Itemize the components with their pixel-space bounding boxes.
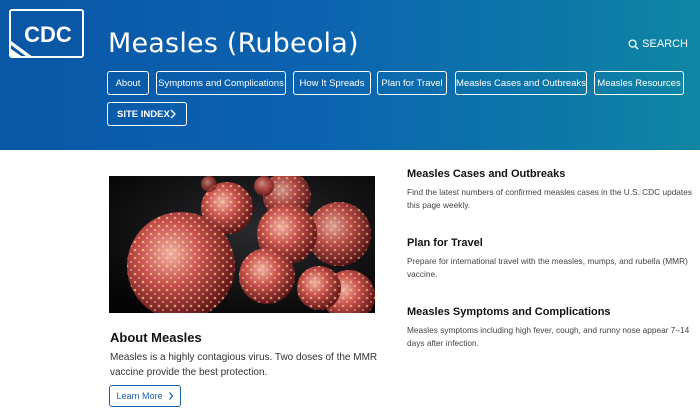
card-plan-travel-title[interactable]: Plan for Travel — [407, 237, 483, 249]
nav-symptoms-and-complications[interactable]: Symptoms and Complications — [156, 71, 286, 95]
learn-more-label: Learn More — [116, 391, 163, 401]
nav-measles-cases-and-outbreaks[interactable]: Measles Cases and Outbreaks — [455, 71, 587, 95]
cdc-logo-text: CDC — [24, 22, 72, 47]
site-index-button[interactable]: SITE INDEX — [107, 102, 187, 126]
page-title: Measles (Rubeola) — [108, 28, 359, 59]
about-measles-text: Measles is a highly contagious virus. Tw… — [110, 352, 378, 378]
nav-about[interactable]: About — [107, 71, 149, 95]
card-cases-outbreaks-title[interactable]: Measles Cases and Outbreaks — [407, 168, 565, 180]
nav-measles-resources[interactable]: Measles Resources — [594, 71, 684, 95]
card-symptoms-text: Measles symptoms including high fever, c… — [407, 325, 690, 348]
learn-more-button[interactable]: Learn More — [109, 385, 181, 407]
site-header: CDC Measles (Rubeola) SEARCH About Sympt… — [0, 0, 700, 150]
measles-virus-image — [109, 176, 375, 313]
search-button[interactable]: SEARCH — [628, 38, 688, 50]
search-label: SEARCH — [642, 38, 688, 50]
measles-virus-illustration — [109, 176, 375, 313]
card-cases-outbreaks-text: Find the latest numbers of confirmed mea… — [407, 187, 692, 210]
nav-plan-for-travel[interactable]: Plan for Travel — [377, 71, 447, 95]
card-symptoms-title[interactable]: Measles Symptoms and Complications — [407, 306, 611, 318]
nav-how-it-spreads[interactable]: How It Spreads — [293, 71, 371, 95]
chevron-right-icon — [168, 392, 173, 400]
search-icon — [628, 38, 639, 50]
card-plan-travel-text: Prepare for international travel with th… — [407, 256, 688, 279]
cdc-logo[interactable]: CDC — [9, 9, 84, 58]
site-index-label: SITE INDEX — [117, 108, 170, 120]
about-measles-heading: About Measles — [110, 330, 202, 345]
chevron-right-icon — [170, 109, 176, 119]
